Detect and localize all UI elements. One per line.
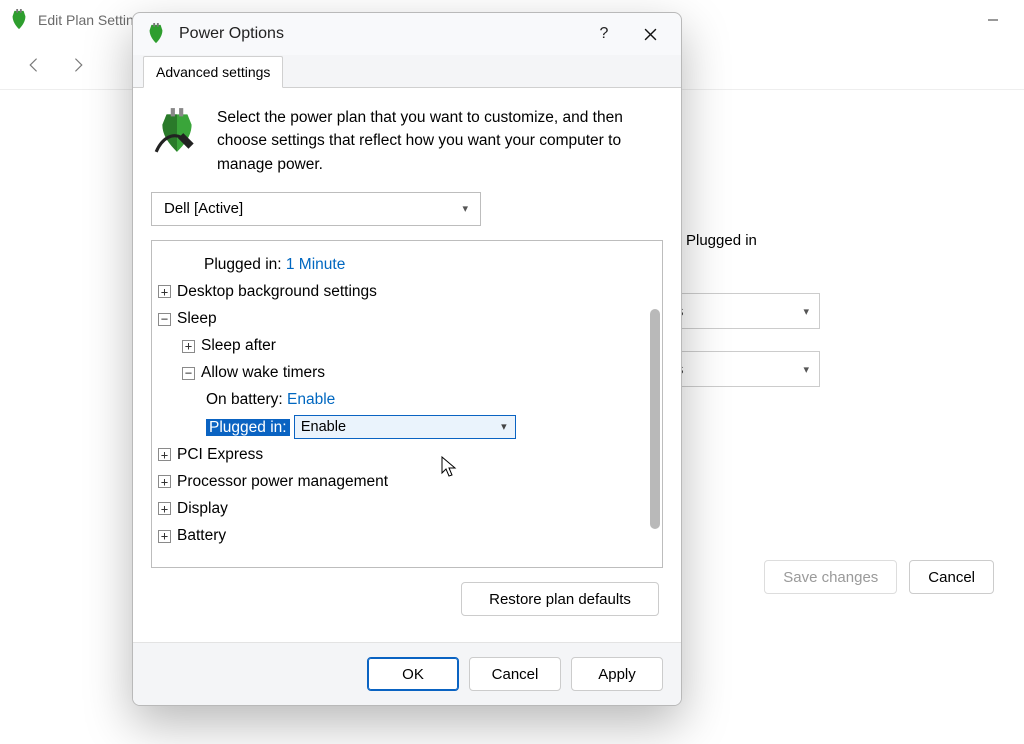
parent-body-hint: o use. bbox=[640, 180, 984, 197]
close-button[interactable] bbox=[627, 17, 673, 51]
tree-node-pci-express[interactable]: +PCI Express bbox=[158, 441, 642, 468]
tree-node-display[interactable]: +Display bbox=[158, 495, 642, 522]
apply-button[interactable]: Apply bbox=[571, 657, 663, 691]
minimize-button[interactable] bbox=[970, 6, 1016, 34]
expand-icon[interactable]: + bbox=[158, 285, 171, 298]
chevron-down-icon: ▾ bbox=[462, 202, 468, 215]
dialog-title: Power Options bbox=[179, 25, 284, 43]
tree-value-plugged-in[interactable]: Plugged in: Enable ▾ bbox=[158, 414, 642, 441]
combo-value: Enable bbox=[301, 415, 493, 440]
save-changes-button[interactable]: Save changes bbox=[764, 560, 897, 594]
back-arrow-icon[interactable] bbox=[20, 51, 48, 79]
tree-node-sleep-after[interactable]: +Sleep after bbox=[158, 332, 642, 359]
power-plan-select[interactable]: Dell [Active] ▾ bbox=[151, 192, 481, 226]
ok-button[interactable]: OK bbox=[367, 657, 459, 691]
dialog-footer: OK Cancel Apply bbox=[133, 642, 681, 705]
expand-icon[interactable]: + bbox=[158, 502, 171, 515]
parent-actions: Save changes Cancel bbox=[764, 560, 994, 594]
expand-icon[interactable]: + bbox=[158, 530, 171, 543]
forward-arrow-icon[interactable] bbox=[64, 51, 92, 79]
chevron-down-icon: ▾ bbox=[803, 363, 809, 376]
power-options-dialog: Power Options ? Advanced settings Select… bbox=[132, 12, 682, 706]
wake-timers-plugged-in-combo[interactable]: Enable ▾ bbox=[294, 415, 516, 439]
tab-advanced-settings[interactable]: Advanced settings bbox=[143, 56, 283, 88]
tree-node-sleep[interactable]: −Sleep bbox=[158, 305, 642, 332]
plan-select-value: Dell [Active] bbox=[164, 200, 243, 217]
dialog-tabstrip: Advanced settings bbox=[133, 55, 681, 88]
help-button[interactable]: ? bbox=[581, 17, 627, 51]
expand-icon[interactable]: + bbox=[158, 448, 171, 461]
tree-value-on-battery[interactable]: On battery: Enable bbox=[158, 386, 642, 413]
power-icon bbox=[145, 23, 171, 45]
dialog-intro-text: Select the power plan that you want to c… bbox=[217, 106, 663, 176]
tree-node-processor[interactable]: +Processor power management bbox=[158, 468, 642, 495]
dialog-body: Select the power plan that you want to c… bbox=[133, 88, 681, 642]
settings-tree: Plugged in: 1 Minute +Desktop background… bbox=[151, 240, 663, 568]
dialog-intro: Select the power plan that you want to c… bbox=[151, 106, 663, 176]
restore-plan-defaults-button[interactable]: Restore plan defaults bbox=[461, 582, 659, 616]
cancel-button[interactable]: Cancel bbox=[469, 657, 561, 691]
dialog-titlebar: Power Options ? bbox=[133, 13, 681, 55]
power-icon bbox=[8, 9, 30, 31]
collapse-icon[interactable]: − bbox=[182, 367, 195, 380]
tree-value-plugged-in-1min[interactable]: Plugged in: 1 Minute bbox=[158, 251, 642, 278]
chevron-down-icon: ▾ bbox=[803, 305, 809, 318]
value-link[interactable]: 1 Minute bbox=[286, 256, 345, 273]
collapse-icon[interactable]: − bbox=[158, 313, 171, 326]
value-link[interactable]: Enable bbox=[287, 391, 335, 408]
selected-setting-label: Plugged in: bbox=[206, 419, 290, 436]
plugged-in-label: Plugged in bbox=[686, 232, 757, 249]
tree-node-allow-wake-timers[interactable]: −Allow wake timers bbox=[158, 359, 642, 386]
cancel-button[interactable]: Cancel bbox=[909, 560, 994, 594]
expand-icon[interactable]: + bbox=[158, 475, 171, 488]
chevron-down-icon: ▾ bbox=[493, 418, 515, 437]
tree-node-desktop-bg[interactable]: +Desktop background settings bbox=[158, 278, 642, 305]
scrollbar-thumb[interactable] bbox=[650, 309, 660, 529]
battery-power-icon bbox=[151, 106, 203, 158]
expand-icon[interactable]: + bbox=[182, 340, 195, 353]
tree-node-battery[interactable]: +Battery bbox=[158, 522, 642, 549]
